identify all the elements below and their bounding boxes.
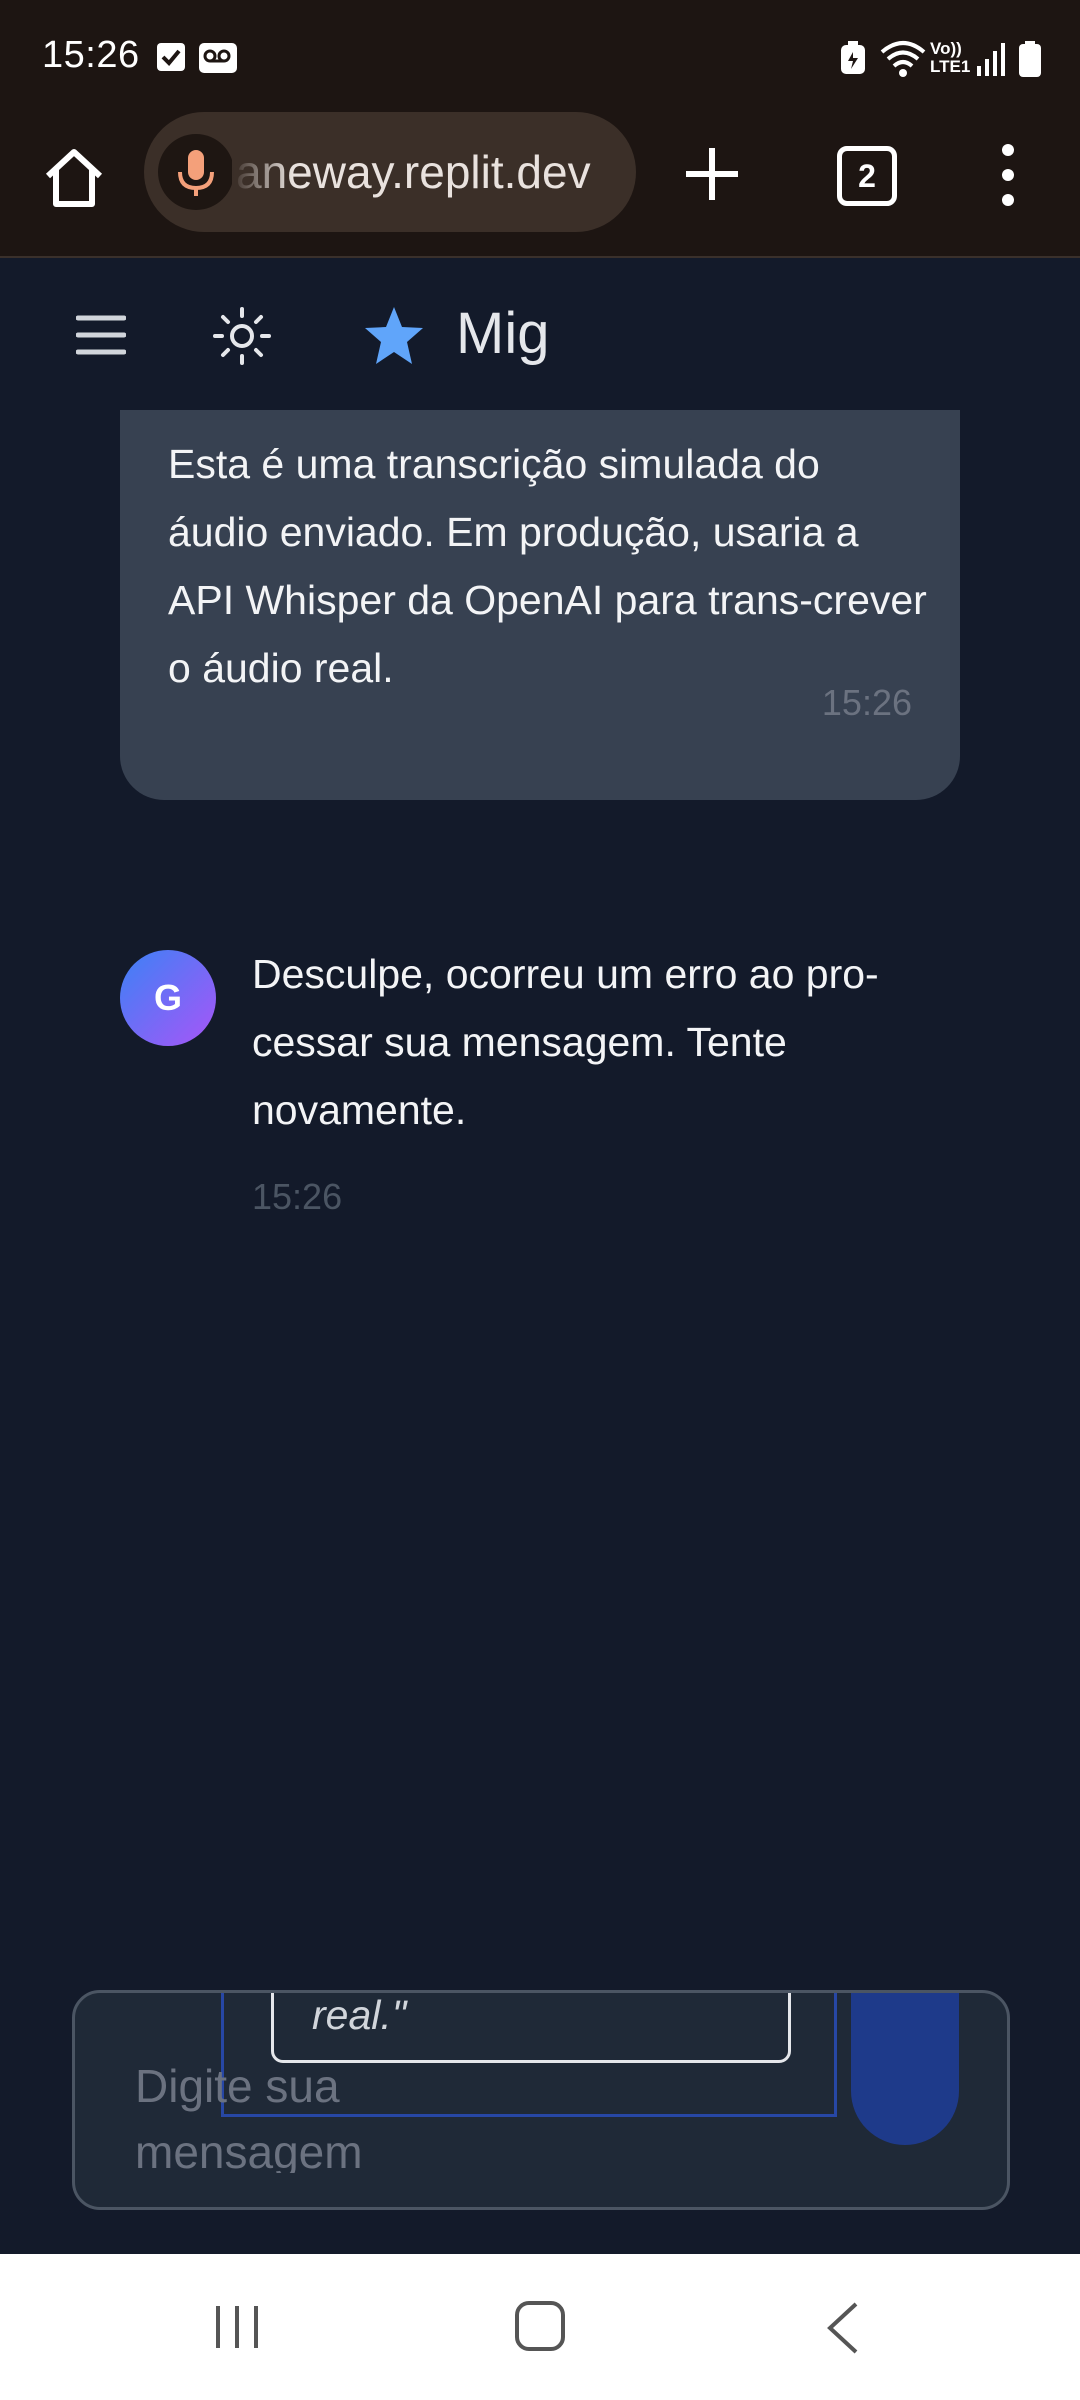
volte-label-bottom: LTE1 [930,57,971,76]
app-header: Mig [0,258,1080,410]
menu-icon[interactable] [76,314,126,356]
assistant-message-text: Desculpe, ocorreu um erro ao pro-cessar … [252,951,879,1133]
signal-icon [977,43,1005,76]
message-input[interactable]: Digite sua mensagem [135,2053,375,2173]
new-tab-button[interactable] [680,142,744,206]
voice-search-button[interactable] [158,134,234,210]
volte-icon: Vo)) LTE1 [930,40,970,76]
back-icon[interactable] [822,2300,862,2356]
address-bar[interactable]: aneway.replit.dev [144,112,636,232]
wifi-icon [880,41,926,77]
screen: 15:26 Vo)) LTE1 aneway.replit.dev 2 Mig … [0,0,1080,2400]
more-options-icon[interactable] [990,140,1026,210]
home-nav-icon[interactable] [514,2300,566,2352]
assistant-avatar: G [120,950,216,1046]
microphone-icon [178,150,214,196]
battery-saver-icon [841,41,865,74]
message-composer: real." Digite sua mensagem [72,1990,1010,2210]
status-bar: 15:26 Vo)) LTE1 [0,0,1080,118]
assistant-message: G Desculpe, ocorreu um erro ao pro-cessa… [0,950,1080,1250]
user-message-bubble: Esta é uma transcrição simulada do áudio… [120,410,960,800]
star-icon [365,307,423,364]
tab-switcher-button[interactable]: 2 [837,146,897,206]
battery-icon [1019,41,1041,77]
user-message-text: Esta é uma transcrição simulada do áudio… [168,441,927,691]
url-text: aneway.replit.dev [236,146,591,198]
system-nav-bar [0,2254,1080,2400]
chat-messages: Esta é uma transcrição simulada do áudio… [0,410,1080,1980]
app-title: Mig [456,301,550,366]
user-message-time: 15:26 [821,682,912,723]
sun-icon[interactable] [212,306,272,366]
voicemail-icon [199,43,237,73]
url-fade [232,112,292,232]
status-time: 15:26 [42,34,140,76]
overlay-preview-text: real." [312,1992,407,2038]
checkbox-notification-icon [157,43,185,71]
recents-icon[interactable] [212,2302,262,2352]
home-button[interactable] [38,142,110,214]
assistant-message-time: 15:26 [252,1176,343,1217]
volte-label-top: Vo)) [930,39,962,58]
send-button[interactable] [851,1993,959,2145]
